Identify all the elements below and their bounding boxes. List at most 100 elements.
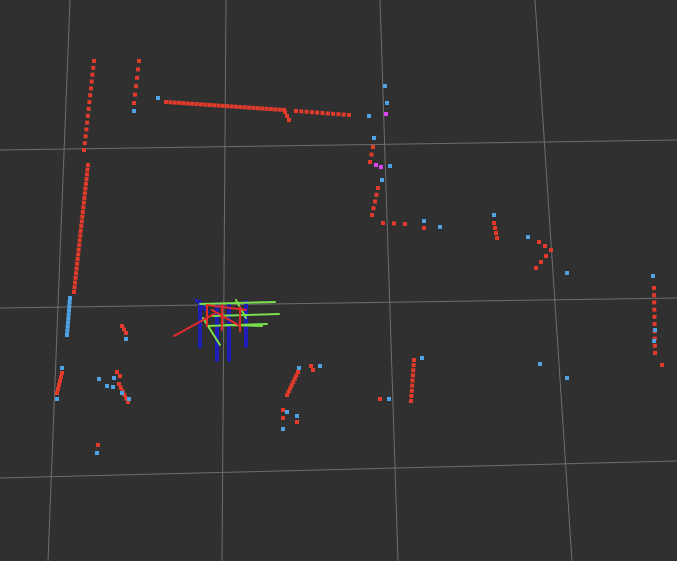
scan-point	[371, 145, 375, 149]
scan-point	[96, 443, 100, 447]
alt-point	[438, 225, 442, 229]
scan-point	[374, 192, 379, 197]
alt-point	[387, 397, 391, 401]
scan-point	[412, 358, 416, 362]
scan-point	[76, 252, 81, 257]
scan-point	[74, 271, 79, 276]
scan-point	[495, 236, 499, 240]
scan-point	[409, 393, 414, 398]
highlight-point	[379, 165, 383, 169]
scan-point	[75, 261, 80, 266]
scan-point	[492, 221, 496, 225]
alt-point	[367, 114, 371, 118]
scan-point	[285, 114, 289, 118]
scan-point	[83, 181, 88, 186]
scan-point	[85, 113, 90, 118]
scan-point	[181, 101, 186, 106]
scan-point	[409, 399, 413, 403]
scan-point	[247, 105, 252, 110]
scan-point	[238, 105, 243, 110]
scan-point	[368, 160, 372, 164]
scan-point	[260, 106, 265, 111]
grid-line	[379, 0, 399, 561]
scan-point	[494, 231, 498, 235]
tf-frames	[173, 298, 280, 362]
scan-point	[80, 210, 85, 215]
scan-point	[652, 314, 657, 319]
scan-point	[543, 244, 547, 248]
3d-viewport[interactable]	[0, 0, 677, 561]
highlight-point	[384, 112, 388, 116]
alt-point	[538, 362, 542, 366]
alt-point	[68, 296, 72, 300]
scan-point	[190, 101, 195, 106]
scan-point	[120, 324, 124, 328]
alt-point	[127, 397, 131, 401]
scan-point	[537, 240, 541, 244]
scan-point	[88, 86, 93, 91]
scan-point	[172, 100, 177, 105]
scan-point	[77, 242, 82, 247]
scan-point	[73, 275, 78, 280]
scan-point	[89, 79, 94, 84]
scan-point	[81, 200, 86, 205]
scan-point	[73, 280, 78, 285]
scan-point	[549, 248, 553, 252]
alt-point	[67, 308, 71, 313]
point-cloud	[55, 59, 664, 455]
scan-point	[255, 106, 260, 111]
scan-point	[77, 238, 82, 243]
alt-point	[124, 337, 128, 341]
scan-point	[242, 105, 247, 110]
scene-canvas[interactable]	[0, 0, 677, 561]
scan-point	[287, 118, 291, 122]
scan-point	[136, 67, 140, 72]
alt-point	[156, 96, 160, 100]
scan-point	[295, 420, 299, 424]
alt-point	[422, 219, 426, 223]
scan-point	[652, 300, 657, 305]
scan-point	[410, 373, 415, 378]
alt-point	[385, 101, 389, 105]
scan-point	[304, 109, 309, 114]
scan-point	[534, 266, 538, 270]
alt-point	[112, 376, 116, 380]
scan-point	[347, 113, 351, 117]
alt-point	[651, 274, 655, 278]
scan-point	[212, 103, 217, 108]
alt-point	[565, 271, 569, 275]
alt-point	[111, 385, 115, 389]
scan-point	[57, 383, 61, 387]
scan-point	[336, 112, 341, 117]
scan-point	[268, 107, 273, 112]
alt-point	[97, 377, 101, 381]
scan-point	[410, 378, 415, 383]
scan-point	[281, 416, 285, 420]
scan-point	[277, 107, 282, 112]
scan-point	[86, 106, 91, 111]
scan-point	[85, 167, 90, 172]
highlight-point	[374, 163, 378, 167]
scan-point	[652, 293, 657, 298]
scan-point	[85, 120, 90, 125]
scan-point	[60, 371, 64, 375]
scan-point	[251, 105, 256, 110]
scan-point	[185, 101, 190, 106]
alt-point	[653, 328, 657, 332]
grid-line	[221, 0, 227, 561]
scan-point	[84, 172, 89, 177]
scan-point	[78, 233, 83, 238]
alt-point	[132, 109, 136, 113]
scan-point	[168, 100, 173, 105]
grid-line	[0, 460, 677, 479]
scan-point	[58, 379, 62, 383]
scan-point	[79, 219, 84, 224]
scan-point	[331, 111, 336, 116]
scan-point	[194, 102, 199, 107]
alt-point	[65, 333, 69, 337]
scan-point	[373, 199, 377, 204]
scan-point	[376, 186, 380, 190]
scan-point	[369, 152, 374, 157]
scan-point	[124, 331, 128, 335]
scan-point	[78, 228, 83, 233]
